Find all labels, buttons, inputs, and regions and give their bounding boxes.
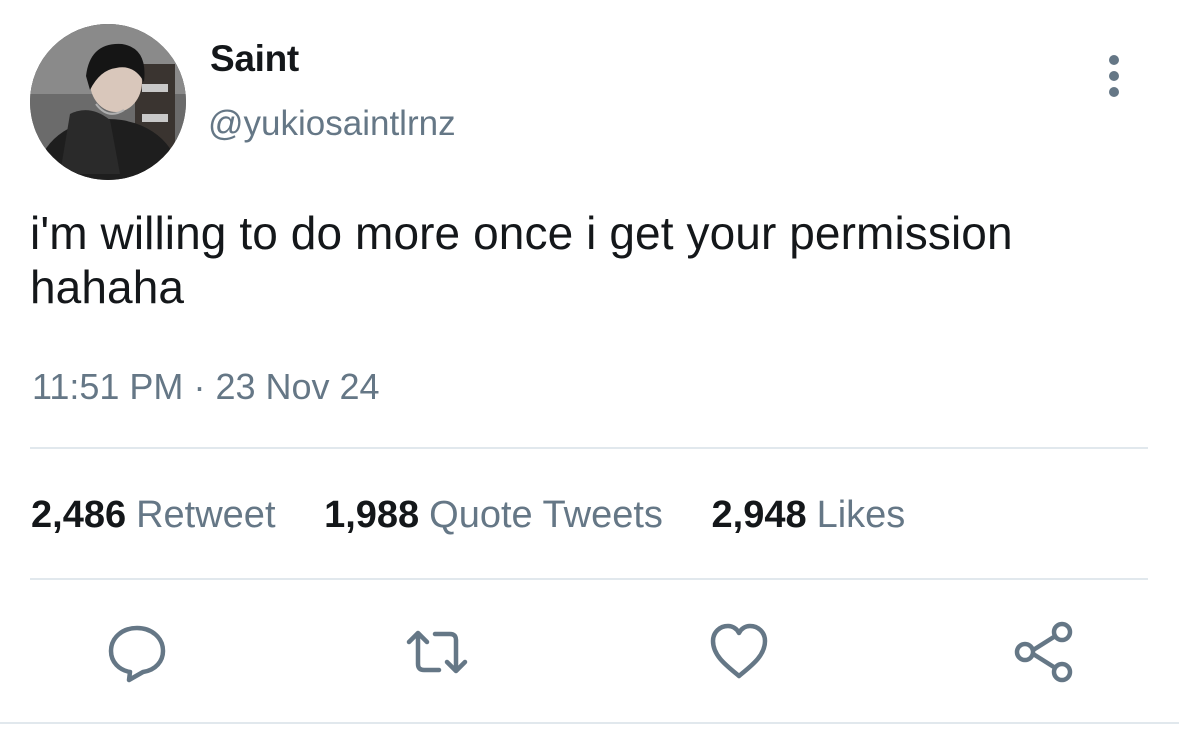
retweet-icon [406, 630, 468, 674]
likes-label: Likes [816, 494, 906, 536]
meta-separator: · [193, 366, 206, 407]
tweet-text: i'm willing to do more once i get your p… [30, 207, 1013, 313]
divider [0, 722, 1179, 724]
retweets-label: Retweet [136, 494, 276, 536]
display-name[interactable]: Saint [210, 38, 299, 80]
avatar[interactable] [30, 24, 186, 180]
more-options-button[interactable] [1096, 52, 1132, 100]
reply-button[interactable] [105, 620, 169, 684]
share-button[interactable] [1012, 620, 1076, 684]
quotes-count: 1,988 [324, 494, 420, 536]
tweet-timestamp[interactable]: 11:51 PM · 23 Nov 24 [32, 366, 380, 408]
divider [30, 578, 1148, 580]
retweets-count: 2,486 [31, 494, 127, 536]
tweet-card: Saint @yukiosaintlrnz i'm willing to do … [0, 0, 1179, 744]
profile-photo-icon [30, 24, 186, 180]
quote-tweets-stat[interactable]: 1,988 Quote Tweets [324, 494, 663, 537]
more-vertical-icon [1109, 55, 1119, 97]
tweet-time: 11:51 PM [32, 366, 184, 407]
retweets-stat[interactable]: 2,486 Retweet [31, 494, 276, 537]
user-handle[interactable]: @yukiosaintlrnz [208, 104, 456, 144]
likes-count: 2,948 [711, 494, 807, 536]
tweet-stats: 2,486 Retweet 1,988 Quote Tweets 2,948 Like… [31, 494, 943, 537]
tweet-date: 23 Nov 24 [215, 366, 380, 407]
reply-icon [108, 625, 166, 683]
share-icon [1014, 621, 1073, 683]
divider [30, 447, 1148, 449]
quotes-label: Quote Tweets [429, 494, 663, 536]
likes-stat[interactable]: 2,948 Likes [712, 494, 906, 537]
like-button[interactable] [707, 620, 771, 684]
retweet-button[interactable] [405, 620, 469, 684]
heart-icon [710, 623, 768, 679]
